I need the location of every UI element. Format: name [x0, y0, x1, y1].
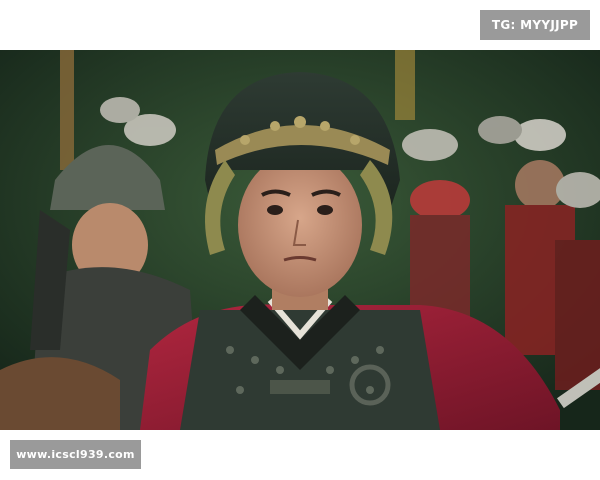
armor-clasp: [270, 380, 330, 394]
background-pole: [60, 50, 74, 170]
watermark-bottom-left: www.icscl939.com: [10, 440, 141, 469]
still-illustration: [0, 50, 600, 430]
general-armor: [180, 310, 440, 430]
watermark-top-right: TG: MYYJJPP: [480, 10, 590, 40]
video-still: [0, 50, 600, 430]
background-banner: [395, 50, 415, 120]
general-face: [238, 153, 362, 297]
